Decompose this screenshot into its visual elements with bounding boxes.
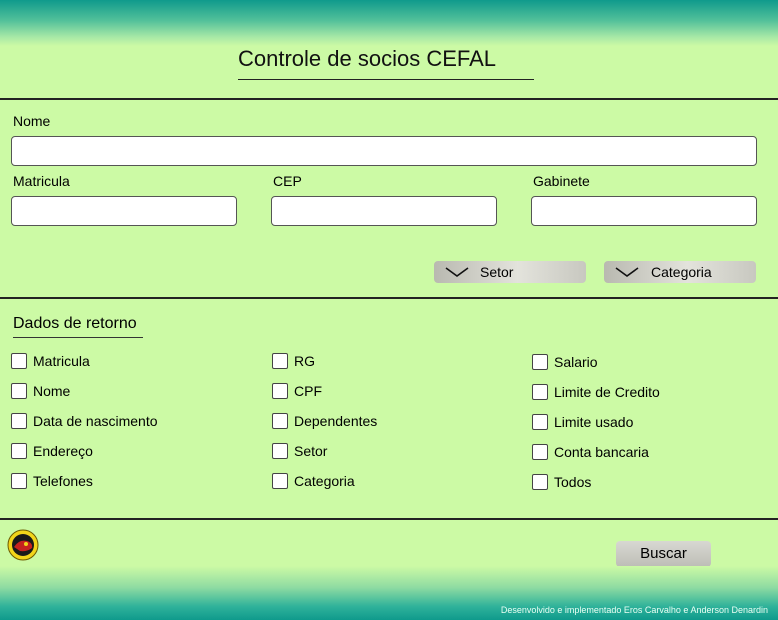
cep-input[interactable] — [271, 196, 497, 226]
return-data-title: Dados de retorno — [13, 314, 143, 338]
footer-credit: Desenvolvido e implementado Eros Carvalh… — [500, 605, 768, 615]
checkbox-label: Categoria — [294, 473, 355, 489]
checkbox-label: Dependentes — [294, 413, 378, 429]
gabinete-label: Gabinete — [533, 173, 590, 189]
checkbox-label: Setor — [294, 443, 328, 459]
cep-label: CEP — [273, 173, 302, 189]
page-title: Controle de socios CEFAL — [238, 44, 534, 80]
checkbox-label: Todos — [554, 474, 592, 490]
divider-middle — [0, 297, 778, 299]
checkbox-label: Data de nascimento — [33, 413, 158, 429]
checkbox-matricula[interactable] — [11, 353, 27, 369]
nome-input[interactable] — [11, 136, 757, 166]
checkbox-cpf[interactable] — [272, 383, 288, 399]
categoria-dropdown[interactable]: Categoria — [604, 261, 756, 283]
matricula-label: Matricula — [13, 173, 70, 189]
matricula-input[interactable] — [11, 196, 237, 226]
checkbox-label: Limite de Credito — [554, 384, 660, 400]
setor-dropdown-label: Setor — [480, 264, 514, 280]
checkbox-label: CPF — [294, 383, 322, 399]
nome-label: Nome — [13, 113, 51, 129]
chevron-down-icon — [445, 267, 469, 277]
checkbox-data-nascimento[interactable] — [11, 413, 27, 429]
divider-bottom — [0, 518, 778, 520]
checkbox-limite-usado[interactable] — [532, 414, 548, 430]
checkbox-label: Matricula — [33, 353, 90, 369]
checkbox-todos[interactable] — [532, 474, 548, 490]
search-button[interactable]: Buscar — [616, 541, 711, 567]
checkbox-salario[interactable] — [532, 354, 548, 370]
checkbox-label: Conta bancaria — [554, 444, 649, 460]
checkbox-label: Nome — [33, 383, 71, 399]
checkbox-setor[interactable] — [272, 443, 288, 459]
setor-dropdown[interactable]: Setor — [434, 261, 586, 283]
checkbox-limite-credito[interactable] — [532, 384, 548, 400]
checkbox-label: Limite usado — [554, 414, 634, 430]
checkbox-label: Salario — [554, 354, 598, 370]
gabinete-input[interactable] — [531, 196, 757, 226]
chevron-down-icon — [615, 267, 639, 277]
checkbox-label: RG — [294, 353, 315, 369]
header-band — [0, 0, 778, 46]
checkbox-categoria[interactable] — [272, 473, 288, 489]
divider-top — [0, 98, 778, 100]
checkbox-conta-bancaria[interactable] — [532, 444, 548, 460]
checkbox-label: Endereço — [33, 443, 93, 459]
checkbox-label: Telefones — [33, 473, 93, 489]
checkbox-nome[interactable] — [11, 383, 27, 399]
cefal-logo-icon — [7, 529, 39, 561]
categoria-dropdown-label: Categoria — [651, 264, 712, 280]
checkbox-telefones[interactable] — [11, 473, 27, 489]
checkbox-dependentes[interactable] — [272, 413, 288, 429]
checkbox-endereco[interactable] — [11, 443, 27, 459]
checkbox-rg[interactable] — [272, 353, 288, 369]
